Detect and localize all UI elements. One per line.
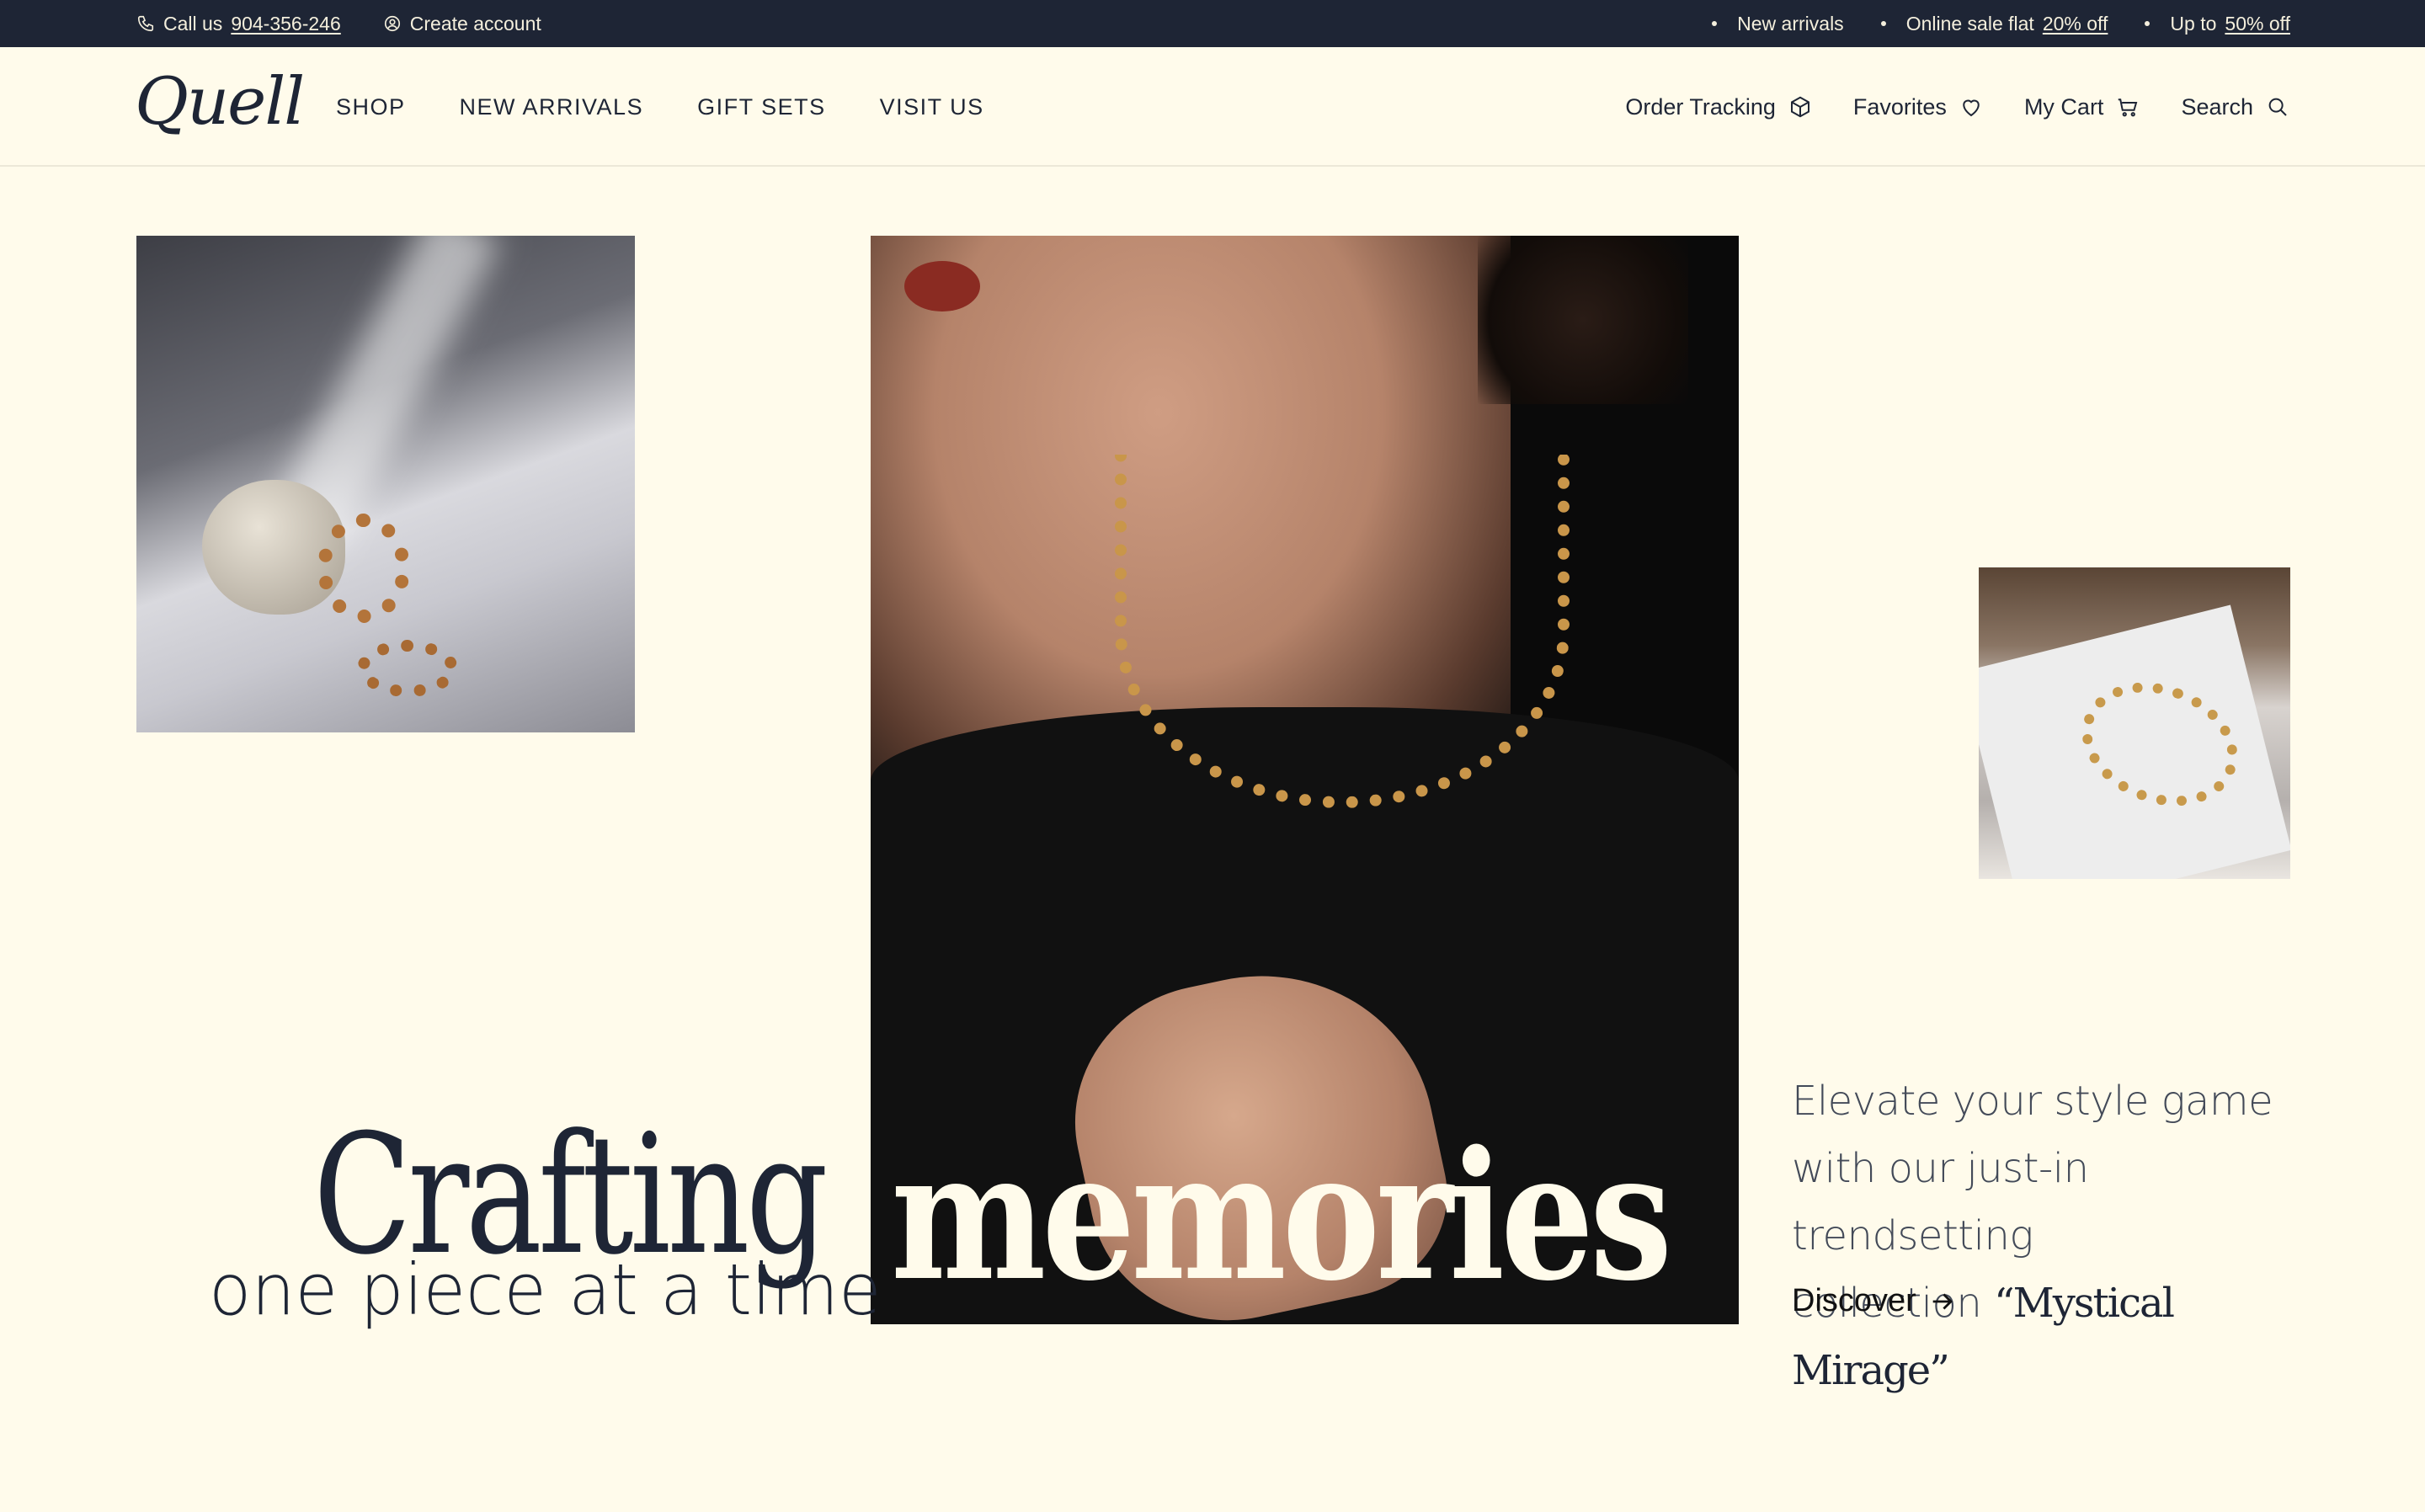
call-us[interactable]: Call us 904-356-246 bbox=[136, 13, 341, 35]
search-label: Search bbox=[2181, 93, 2253, 120]
topbar-right: New arrivals Online sale flat 20% off Up… bbox=[1712, 0, 2290, 47]
announcement-online-sale[interactable]: Online sale flat 20% off bbox=[1880, 12, 2108, 35]
earrings-product-image[interactable] bbox=[136, 236, 635, 732]
hoop-earring bbox=[357, 640, 458, 697]
announcement-up-to[interactable]: Up to 50% off bbox=[2145, 13, 2290, 35]
nav-visit-us[interactable]: VISIT US bbox=[880, 94, 984, 120]
upto-prefix: Up to bbox=[2170, 12, 2217, 35]
search-link[interactable]: Search bbox=[2181, 94, 2290, 120]
favorites-label: Favorites bbox=[1852, 93, 1947, 120]
arrow-right-icon bbox=[1932, 1292, 1953, 1310]
call-us-label: Call us bbox=[163, 12, 223, 35]
gold-chain-necklace bbox=[1115, 455, 1570, 808]
announcement-label: New arrivals bbox=[1737, 12, 1844, 35]
discover-button[interactable]: Discover bbox=[1792, 1283, 1957, 1319]
nav-new-arrivals[interactable]: NEW ARRIVALS bbox=[460, 94, 644, 120]
bracelet-on-magazine-image[interactable] bbox=[1979, 567, 2290, 879]
order-tracking-label: Order Tracking bbox=[1625, 93, 1776, 120]
site-header: Quell SHOP NEW ARRIVALS GIFT SETS VISIT … bbox=[0, 47, 2425, 167]
hero-tagline: one piece at a time bbox=[209, 1248, 882, 1331]
cart-icon bbox=[2119, 98, 2138, 117]
create-account-link[interactable]: Create account bbox=[383, 13, 541, 35]
user-circle-icon bbox=[384, 15, 400, 32]
promo-line: with our just-in trendsetting bbox=[1792, 1145, 2089, 1259]
nav-shop[interactable]: SHOP bbox=[336, 94, 406, 120]
main-navigation: SHOP NEW ARRIVALS GIFT SETS VISIT US bbox=[336, 47, 984, 167]
box-icon bbox=[1790, 96, 1809, 118]
cart-link[interactable]: My Cart bbox=[2024, 94, 2141, 120]
phone-number-link[interactable]: 904-356-246 bbox=[231, 13, 340, 35]
topbar-left: Call us 904-356-246 Create account bbox=[136, 0, 541, 47]
sale-prefix: Online sale flat bbox=[1905, 12, 2034, 35]
bullet-dot bbox=[2145, 21, 2151, 26]
brand-logo[interactable]: Quell bbox=[135, 64, 305, 140]
discover-label: Discover bbox=[1792, 1283, 1916, 1318]
hoop-earring bbox=[317, 514, 410, 623]
collection-promo-text: Elevate your style game with our just-in… bbox=[1792, 1067, 2297, 1404]
cart-label: My Cart bbox=[2023, 93, 2104, 120]
nav-gift-sets[interactable]: GIFT SETS bbox=[697, 94, 826, 120]
promo-line: Elevate your style game bbox=[1792, 1078, 2273, 1125]
create-account-label: Create account bbox=[409, 12, 541, 35]
search-icon bbox=[2268, 98, 2287, 116]
sale-value-link[interactable]: 20% off bbox=[2043, 13, 2108, 35]
model-lips bbox=[904, 261, 980, 311]
top-announcement-bar: Call us 904-356-246 Create account New a… bbox=[0, 0, 2425, 47]
upto-value-link[interactable]: 50% off bbox=[2225, 13, 2290, 35]
bullet-dot bbox=[1712, 21, 1718, 26]
order-tracking-link[interactable]: Order Tracking bbox=[1625, 94, 1813, 120]
favorites-link[interactable]: Favorites bbox=[1853, 94, 1984, 120]
bullet-dot bbox=[1880, 21, 1886, 26]
announcement-new-arrivals[interactable]: New arrivals bbox=[1712, 13, 1844, 35]
utility-navigation: Order Tracking Favorites My Cart Search bbox=[1625, 47, 2290, 167]
heart-icon bbox=[1963, 99, 1980, 117]
model-hair bbox=[1478, 236, 1688, 404]
hero-headline-memories: memories bbox=[891, 1112, 1672, 1320]
phone-icon bbox=[137, 15, 154, 32]
